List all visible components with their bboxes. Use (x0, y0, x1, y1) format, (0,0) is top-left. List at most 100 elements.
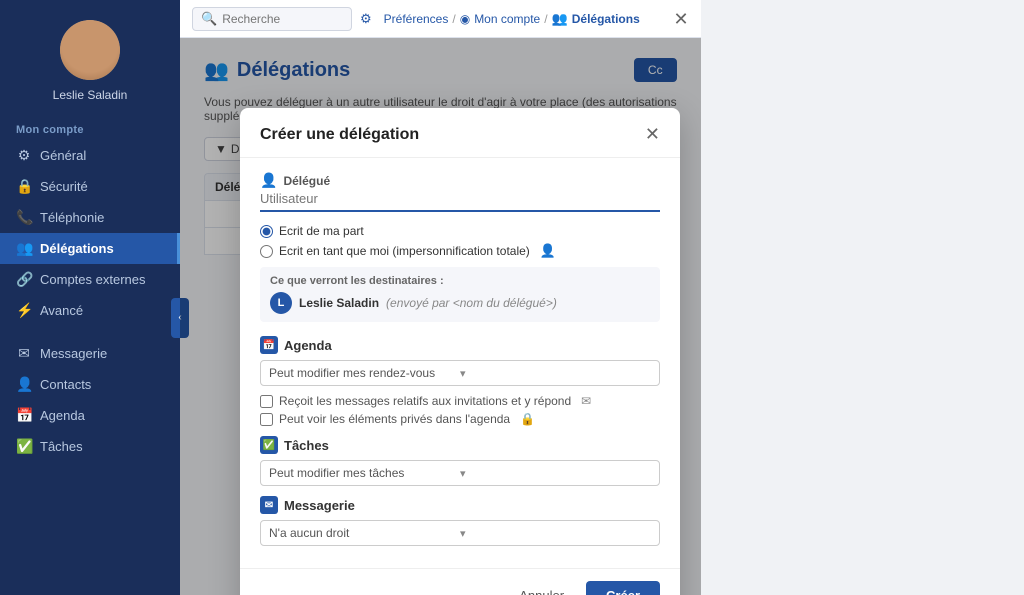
sidebar-label-securite: Sécurité (40, 179, 88, 194)
radio-ecrit-tant-que: Ecrit en tant que moi (impersonnificatio… (260, 243, 660, 259)
search-box[interactable]: 🔍 (192, 7, 352, 31)
sidebar-label-general: Général (40, 148, 86, 163)
preview-box: Ce que verront les destinataires : L Les… (260, 267, 660, 322)
advanced-icon: ⚡ (16, 302, 32, 319)
lock-icon: 🔒 (16, 178, 32, 195)
chevron-down-icon-2: ▾ (460, 467, 651, 480)
main-content: 🔍 ⚙ Préférences / ◉ Mon compte / 👥 Délég… (180, 0, 701, 595)
messagerie-dropdown-value: N'a aucun droit (269, 526, 460, 540)
checkbox-prive-label: Peut voir les éléments privés dans l'age… (279, 412, 510, 426)
sidebar-item-messagerie[interactable]: ✉ Messagerie (0, 338, 180, 369)
modal-title: Créer une délégation (260, 126, 419, 144)
page-content: 👥 Délégations Vous pouvez déléguer à un … (180, 38, 701, 595)
checkbox-prive: Peut voir les éléments privés dans l'age… (260, 412, 660, 426)
phone-icon: 📞 (16, 209, 32, 226)
breadcrumb: Préférences / ◉ Mon compte / 👥 Délégatio… (384, 11, 640, 27)
link-icon: 🔗 (16, 271, 32, 288)
topbar: 🔍 ⚙ Préférences / ◉ Mon compte / 👥 Délég… (180, 0, 701, 38)
breadcrumb-preferences[interactable]: Préférences (384, 12, 449, 26)
radio-ecrit-tant-que-input[interactable] (260, 245, 273, 258)
messagerie-section-header: ✉ Messagerie (260, 496, 660, 514)
sidebar-section-mon-compte: Mon compte (0, 116, 180, 140)
topbar-close-button[interactable]: ✕ (673, 10, 688, 28)
sidebar-item-securite[interactable]: 🔒 Sécurité (0, 171, 180, 202)
delegation-icon: 👥 (16, 240, 32, 257)
general-icon: ⚙ (16, 147, 32, 164)
sidebar-label-messagerie: Messagerie (40, 346, 107, 361)
create-delegation-modal: Créer une délégation ✕ 👤 Délégué (240, 108, 680, 595)
checkbox-invitations: Reçoit les messages relatifs aux invitat… (260, 394, 660, 408)
cancel-button[interactable]: Annuler (507, 582, 576, 595)
preview-user: L Leslie Saladin (envoyé par <nom du dél… (270, 292, 650, 314)
modal-body: 👤 Délégué Ecrit de ma part (240, 158, 680, 568)
search-input[interactable] (222, 12, 342, 26)
modal-overlay: Créer une délégation ✕ 👤 Délégué (180, 38, 701, 595)
messagerie-section-icon: ✉ (260, 496, 278, 514)
agenda-section-icon: 📅 (260, 336, 278, 354)
create-button[interactable]: Créer (586, 581, 660, 595)
taches-section-label: Tâches (284, 438, 329, 453)
sidebar: Leslie Saladin Mon compte ⚙ Général 🔒 Sé… (0, 0, 180, 595)
sidebar-label-comptes-externes: Comptes externes (40, 272, 146, 287)
sidebar-label-avance: Avancé (40, 303, 83, 318)
checkbox-invitations-input[interactable] (260, 395, 273, 408)
preview-suffix: (envoyé par <nom du délégué>) (386, 296, 557, 310)
breadcrumb-current: Délégations (572, 12, 640, 26)
delegue-label: Délégué (283, 174, 330, 188)
sidebar-item-comptes-externes[interactable]: 🔗 Comptes externes (0, 264, 180, 295)
taches-section-header: ✅ Tâches (260, 436, 660, 454)
preview-name: Leslie Saladin (299, 296, 379, 310)
mail-icon: ✉ (581, 394, 591, 408)
sidebar-label-delegations: Délégations (40, 241, 114, 256)
radio-ecrit-ma-part: Ecrit de ma part (260, 224, 660, 238)
sidebar-label-telephonie: Téléphonie (40, 210, 104, 225)
user-avatar-section: Leslie Saladin (0, 0, 180, 116)
search-icon: 🔍 (201, 11, 217, 27)
avatar (60, 20, 120, 80)
sidebar-item-general[interactable]: ⚙ Général (0, 140, 180, 171)
taches-icon: ✅ (16, 438, 32, 455)
sidebar-username: Leslie Saladin (53, 88, 128, 102)
taches-dropdown-value: Peut modifier mes tâches (269, 466, 460, 480)
modal-footer: Annuler Créer (240, 568, 680, 595)
sidebar-item-delegations[interactable]: 👥 Délégations (0, 233, 180, 264)
radio-group: Ecrit de ma part Ecrit en tant que moi (… (260, 224, 660, 259)
mail-icon: ✉ (16, 345, 32, 362)
chevron-down-icon: ▾ (460, 367, 651, 380)
radio-ecrit-ma-part-input[interactable] (260, 225, 273, 238)
taches-section-icon: ✅ (260, 436, 278, 454)
agenda-dropdown-value: Peut modifier mes rendez-vous (269, 366, 460, 380)
sidebar-label-agenda: Agenda (40, 408, 85, 423)
contacts-icon: 👤 (16, 376, 32, 393)
delegue-field[interactable] (260, 191, 660, 212)
breadcrumb-mon-compte[interactable]: Mon compte (474, 12, 540, 26)
sidebar-item-avance[interactable]: ⚡ Avancé (0, 295, 180, 326)
sidebar-label-taches: Tâches (40, 439, 83, 454)
messagerie-dropdown[interactable]: N'a aucun droit ▾ (260, 520, 660, 546)
gear-icon: ⚙ (360, 11, 372, 27)
agenda-icon: 📅 (16, 407, 32, 424)
modal-header: Créer une délégation ✕ (240, 108, 680, 158)
agenda-section-label: Agenda (284, 338, 332, 353)
taches-dropdown[interactable]: Peut modifier mes tâches ▾ (260, 460, 660, 486)
mon-compte-icon: ◉ (460, 12, 470, 26)
person-icon: 👤 (260, 172, 277, 189)
modal-close-button[interactable]: ✕ (645, 124, 660, 145)
delegue-input[interactable] (260, 191, 660, 206)
messagerie-section-label: Messagerie (284, 498, 355, 513)
checkbox-prive-input[interactable] (260, 413, 273, 426)
agenda-dropdown[interactable]: Peut modifier mes rendez-vous ▾ (260, 360, 660, 386)
sidebar-item-taches[interactable]: ✅ Tâches (0, 431, 180, 462)
delegation-breadcrumb-icon: 👥 (552, 11, 568, 27)
user-plus-icon: 👤 (540, 243, 556, 259)
sidebar-item-agenda[interactable]: 📅 Agenda (0, 400, 180, 431)
sidebar-label-contacts: Contacts (40, 377, 91, 392)
agenda-section-header: 📅 Agenda (260, 336, 660, 354)
radio-ecrit-ma-part-label: Ecrit de ma part (279, 224, 364, 238)
checkbox-invitations-label: Reçoit les messages relatifs aux invitat… (279, 394, 571, 408)
radio-ecrit-tant-que-label: Ecrit en tant que moi (impersonnificatio… (279, 244, 530, 258)
chevron-down-icon-3: ▾ (460, 527, 651, 540)
preview-label: Ce que verront les destinataires : (270, 275, 650, 287)
sidebar-item-contacts[interactable]: 👤 Contacts (0, 369, 180, 400)
sidebar-item-telephonie[interactable]: 📞 Téléphonie (0, 202, 180, 233)
